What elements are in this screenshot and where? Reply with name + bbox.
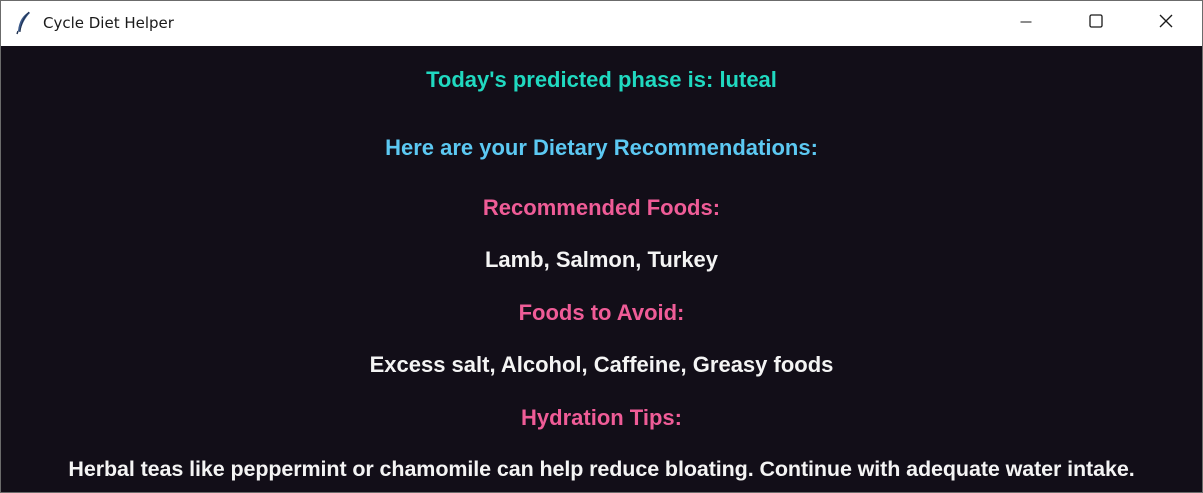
close-button[interactable] <box>1131 1 1201 46</box>
window-title: Cycle Diet Helper <box>43 14 174 32</box>
maximize-icon <box>1089 14 1103 33</box>
hydration-tips-text: Herbal teas like peppermint or chamomile… <box>68 457 1135 481</box>
minimize-button[interactable] <box>991 1 1061 46</box>
foods-to-avoid-heading: Foods to Avoid: <box>518 300 685 325</box>
phase-label: Today's predicted phase is: luteal <box>426 67 777 92</box>
close-icon <box>1159 14 1173 33</box>
feather-icon <box>15 11 33 35</box>
recommendations-panel: Today's predicted phase is: luteal Here … <box>1 46 1202 492</box>
app-window: Cycle Diet Helper Today's predicted phas… <box>0 0 1203 493</box>
recommended-foods-heading: Recommended Foods: <box>482 195 721 220</box>
recommended-foods-text: Lamb, Salmon, Turkey <box>484 247 719 272</box>
maximize-button[interactable] <box>1061 1 1131 46</box>
hydration-tips-heading: Hydration Tips: <box>521 405 682 430</box>
minimize-icon <box>1020 15 1032 33</box>
foods-to-avoid-text: Excess salt, Alcohol, Caffeine, Greasy f… <box>369 352 834 377</box>
title-bar[interactable]: Cycle Diet Helper <box>1 1 1202 46</box>
intro-heading: Here are your Dietary Recommendations: <box>385 135 818 160</box>
